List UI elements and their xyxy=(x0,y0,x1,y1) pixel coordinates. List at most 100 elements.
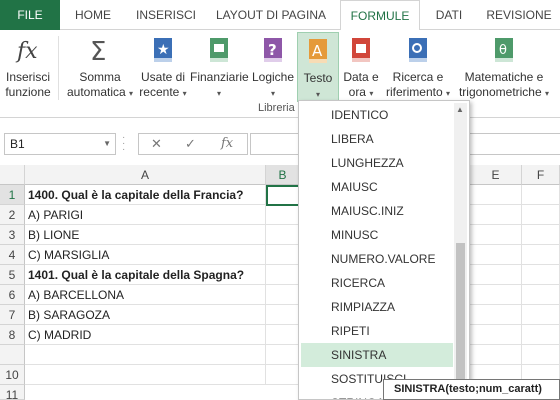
cell-b2[interactable] xyxy=(266,205,300,225)
cell-f9[interactable] xyxy=(522,345,560,365)
cell-a3[interactable]: B) LIONE xyxy=(25,225,266,245)
cell-a7[interactable]: B) SARAGOZA xyxy=(25,305,266,325)
text-functions-button[interactable]: A Testo ▾ xyxy=(297,32,339,102)
insert-function-icon[interactable]: fx xyxy=(221,136,233,151)
row-header-5[interactable]: 5 xyxy=(0,265,25,285)
menu-scrollbar[interactable]: ▲ xyxy=(454,103,467,399)
grip-icon: · · · xyxy=(122,132,126,155)
cell-b6[interactable] xyxy=(266,285,300,305)
tab-formule[interactable]: FORMULE xyxy=(340,0,420,31)
row-header-6[interactable]: 6 xyxy=(0,285,25,305)
enter-icon[interactable]: ✓ xyxy=(185,136,196,152)
cell-e6[interactable] xyxy=(470,285,522,305)
menu-item-maiusc[interactable]: MAIUSC xyxy=(301,175,453,199)
menu-item-lunghezza[interactable]: LUNGHEZZA xyxy=(301,151,453,175)
cell-f2[interactable] xyxy=(522,205,560,225)
cancel-icon[interactable]: ✕ xyxy=(151,136,162,152)
tab-dati[interactable]: DATI xyxy=(424,0,474,30)
menu-item-ripeti[interactable]: RIPETI xyxy=(301,319,453,343)
cell-f5[interactable] xyxy=(522,265,560,285)
menu-item-minusc[interactable]: MINUSC xyxy=(301,223,453,247)
cell-a1[interactable]: 1400. Qual è la capitale della Francia? xyxy=(25,185,266,205)
cell-f7[interactable] xyxy=(522,305,560,325)
menu-item-maiusc-iniz[interactable]: MAIUSC.INIZ xyxy=(301,199,453,223)
cell-b8[interactable] xyxy=(266,325,300,345)
row-header-3[interactable]: 3 xyxy=(0,225,25,245)
cell-a8[interactable]: C) MADRID xyxy=(25,325,266,345)
lookup-label-1: Ricerca e xyxy=(392,70,444,84)
insert-function-button[interactable]: fx Inserisci funzione xyxy=(2,32,54,112)
insert-function-label-2: funzione xyxy=(5,85,51,99)
row-header-4[interactable]: 4 xyxy=(0,245,25,265)
chevron-down-icon[interactable]: ▼ xyxy=(103,134,111,154)
cell-e9[interactable] xyxy=(470,345,522,365)
cell-f4[interactable] xyxy=(522,245,560,265)
menu-item-numero-valore[interactable]: NUMERO.VALORE xyxy=(301,247,453,271)
row-header-7[interactable]: 7 xyxy=(0,305,25,325)
name-box[interactable]: B1 ▼ xyxy=(4,133,116,155)
cell-a2[interactable]: A) PARIGI xyxy=(25,205,266,225)
financial-button[interactable]: Finanziarie ▾ xyxy=(190,32,249,112)
select-all-corner[interactable] xyxy=(0,165,25,185)
column-header-e[interactable]: E xyxy=(470,165,522,185)
logical-button[interactable]: ? Logiche ▾ xyxy=(250,32,296,112)
cell-b4[interactable] xyxy=(266,245,300,265)
row-header-10[interactable]: 10 xyxy=(0,365,25,385)
cell-e7[interactable] xyxy=(470,305,522,325)
menu-item-libera[interactable]: LIBERA xyxy=(301,127,453,151)
cell-e5[interactable] xyxy=(470,265,522,285)
ribbon-tabs: FILE HOME INSERISCI LAYOUT DI PAGINA FOR… xyxy=(0,0,560,31)
row-header-11[interactable]: 11 xyxy=(0,385,25,400)
function-tooltip: SINISTRA(testo;num_caratt) xyxy=(383,379,560,400)
recent-label-2: recente xyxy=(139,85,180,99)
cell-b7[interactable] xyxy=(266,305,300,325)
tab-file[interactable]: FILE xyxy=(0,0,60,30)
cell-b3[interactable] xyxy=(266,225,300,245)
cell-b5[interactable] xyxy=(266,265,300,285)
cell-f1[interactable] xyxy=(522,185,560,205)
cell-a4[interactable]: C) MARSIGLIA xyxy=(25,245,266,265)
cell-a6[interactable]: A) BARCELLONA xyxy=(25,285,266,305)
chevron-down-icon: ▾ xyxy=(129,89,134,98)
cell-f6[interactable] xyxy=(522,285,560,305)
column-header-a[interactable]: A xyxy=(25,165,266,185)
search-book-icon xyxy=(409,38,427,62)
autosum-button[interactable]: Σ Somma automatica ▾ xyxy=(64,32,136,112)
cell-f3[interactable] xyxy=(522,225,560,245)
row-header-9[interactable] xyxy=(0,345,25,365)
cell-b9[interactable] xyxy=(266,345,300,365)
cell-e3[interactable] xyxy=(470,225,522,245)
text-label: Testo xyxy=(303,71,333,85)
cell-a5[interactable]: 1401. Qual è la capitale della Spagna? xyxy=(25,265,266,285)
chevron-down-icon: ▾ xyxy=(369,89,374,98)
cell-a9[interactable] xyxy=(25,345,266,365)
scrollbar-thumb[interactable] xyxy=(456,243,465,393)
tab-home[interactable]: HOME xyxy=(62,0,124,30)
recent-button[interactable]: ★ Usate di recente ▾ xyxy=(138,32,188,112)
row-header-1[interactable]: 1 xyxy=(0,185,25,205)
date-time-label-2: ora xyxy=(348,85,366,99)
math-trig-button[interactable]: θ Matematiche e trigonometriche ▾ xyxy=(456,32,552,112)
column-header-f[interactable]: F xyxy=(522,165,560,185)
menu-item-ricerca[interactable]: RICERCA xyxy=(301,271,453,295)
column-header-b[interactable]: B xyxy=(266,165,300,185)
tab-layout-di-pagina[interactable]: LAYOUT DI PAGINA xyxy=(208,0,334,30)
cell-a10[interactable] xyxy=(25,365,266,385)
menu-item-identico[interactable]: IDENTICO xyxy=(301,103,453,127)
cell-b10[interactable] xyxy=(266,365,300,385)
cell-e4[interactable] xyxy=(470,245,522,265)
cell-e8[interactable] xyxy=(470,325,522,345)
tab-revisione[interactable]: REVISIONE xyxy=(478,0,560,30)
scroll-up-icon[interactable]: ▲ xyxy=(456,105,464,114)
row-header-8[interactable]: 8 xyxy=(0,325,25,345)
menu-item-rimpiazza[interactable]: RIMPIAZZA xyxy=(301,295,453,319)
row-header-2[interactable]: 2 xyxy=(0,205,25,225)
cell-e1[interactable] xyxy=(470,185,522,205)
menu-item-sinistra[interactable]: SINISTRA xyxy=(301,343,453,367)
tab-inserisci[interactable]: INSERISCI xyxy=(128,0,204,30)
date-time-label-1: Data e xyxy=(343,70,379,84)
active-cell-b1[interactable] xyxy=(266,185,300,206)
cell-e2[interactable] xyxy=(470,205,522,225)
star-book-icon: ★ xyxy=(154,38,172,62)
cell-f8[interactable] xyxy=(522,325,560,345)
